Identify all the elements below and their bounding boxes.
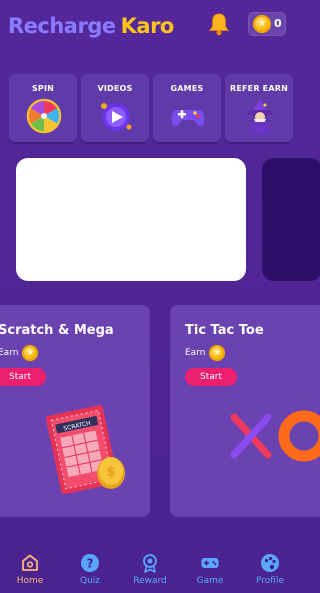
game-title: Tic Tac Toe — [185, 323, 264, 338]
game-title: Scratch & Mega — [0, 323, 114, 338]
gamepad-icon — [201, 558, 219, 568]
coin-balance: 0 — [274, 17, 282, 30]
spin-wheel-icon — [26, 98, 62, 134]
promo-banner[interactable] — [16, 158, 246, 281]
coin-icon — [209, 345, 226, 361]
start-button[interactable]: Start — [0, 368, 46, 386]
svg-text:$: $ — [106, 465, 115, 480]
wizard-icon — [247, 99, 273, 134]
nav-item-game[interactable]: Game — [180, 553, 240, 586]
coin-balance-badge[interactable]: 0 — [248, 12, 286, 36]
question-icon: ? — [81, 554, 99, 572]
brand-part-1: Recharge — [8, 14, 116, 38]
app-header: RechargeKaro 0 — [0, 0, 300, 60]
medal-icon — [143, 554, 157, 573]
nav-label: Reward — [133, 576, 167, 586]
tile-refer-earn[interactable]: REFER EARN — [225, 74, 293, 142]
nav-item-profile[interactable]: Profile — [240, 553, 300, 586]
tile-label: GAMES — [170, 84, 204, 93]
nav-label: Quiz — [79, 576, 100, 586]
game-card-tic-tac-toe[interactable]: Tic Tac Toe Earn Start — [170, 305, 320, 517]
coin-icon — [22, 345, 39, 361]
earn-row: Earn — [185, 345, 226, 361]
tile-videos[interactable]: VIDEOS — [81, 74, 149, 142]
tile-label: SPIN — [31, 84, 55, 93]
tile-label: REFER EARN — [229, 84, 288, 93]
feature-tiles: SPIN VIDEOS GAMES REFER EARN — [9, 74, 309, 144]
tile-label: VIDEOS — [97, 84, 133, 93]
coin-icon — [253, 15, 271, 33]
start-button[interactable]: Start — [185, 368, 237, 386]
game-card-scratch[interactable]: Scratch & Mega Earn Start SCRATCH $ — [0, 305, 150, 517]
nav-label: Game — [196, 576, 224, 586]
nav-item-quiz[interactable]: ? Quiz — [60, 553, 120, 586]
earn-label: Earn — [185, 348, 206, 358]
scratch-card-illustration: SCRATCH $ — [45, 405, 125, 495]
tile-spin[interactable]: SPIN — [9, 74, 77, 142]
earn-label: Earn — [0, 348, 19, 358]
gamepad-icon — [171, 110, 205, 127]
bell-icon[interactable] — [208, 12, 230, 36]
svg-text:?: ? — [87, 557, 94, 571]
home-icon — [22, 554, 38, 571]
app-logo: Recharge Karo — [8, 14, 174, 38]
brand-part-2: Karo — [120, 14, 175, 38]
nav-label: Home — [16, 576, 44, 586]
tile-games[interactable]: GAMES — [153, 74, 221, 142]
tic-tac-toe-illustration — [230, 410, 320, 462]
palette-icon — [261, 554, 279, 572]
bottom-nav: Home ? Quiz Reward Game Profile — [0, 547, 300, 593]
earn-row: Earn — [0, 345, 39, 361]
nav-item-reward[interactable]: Reward — [120, 553, 180, 586]
promo-banner-next[interactable] — [262, 158, 320, 281]
nav-label: Profile — [256, 576, 284, 586]
video-play-icon — [101, 103, 132, 131]
nav-item-home[interactable]: Home — [0, 553, 60, 586]
